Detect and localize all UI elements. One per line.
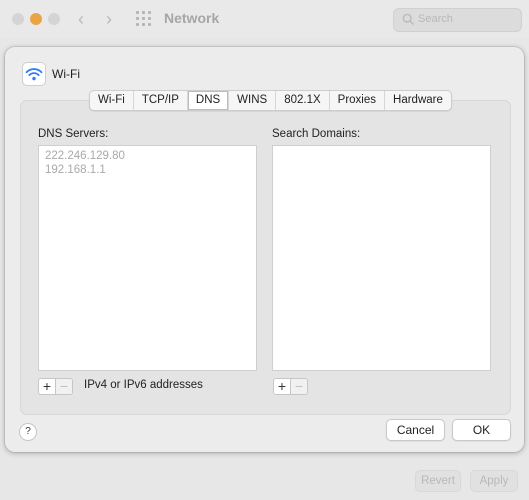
ok-button[interactable]: OK <box>452 419 511 441</box>
search-placeholder: Search <box>418 13 453 25</box>
close-window-button[interactable] <box>12 13 24 25</box>
search-domain-add-remove-control: + − <box>273 378 308 395</box>
dns-hint-text: IPv4 or IPv6 addresses <box>84 379 203 391</box>
dns-servers-label: DNS Servers: <box>38 128 109 140</box>
remove-dns-button[interactable]: − <box>55 379 72 394</box>
wifi-settings-sheet: Wi-Fi Wi-Fi TCP/IP DNS WINS 802.1X Proxi… <box>5 47 524 452</box>
search-field[interactable]: Search <box>393 8 522 32</box>
add-search-domain-button[interactable]: + <box>274 379 290 394</box>
forward-arrow-icon[interactable]: › <box>106 9 112 30</box>
sheet-title: Wi-Fi <box>52 67 80 81</box>
background-window-titlebar: ‹ › Network Search <box>0 0 529 38</box>
tab-hardware[interactable]: Hardware <box>384 91 451 110</box>
tab-wins[interactable]: WINS <box>228 91 275 110</box>
zoom-window-button[interactable] <box>48 13 60 25</box>
add-dns-button[interactable]: + <box>39 379 55 394</box>
wifi-icon <box>22 62 46 86</box>
tab-proxies[interactable]: Proxies <box>328 91 384 110</box>
search-icon <box>402 13 414 25</box>
search-domains-list[interactable] <box>272 145 491 371</box>
back-arrow-icon[interactable]: ‹ <box>78 9 84 30</box>
tab-8021x[interactable]: 802.1X <box>275 91 328 110</box>
remove-search-domain-button[interactable]: − <box>290 379 307 394</box>
search-domains-label: Search Domains: <box>272 128 361 140</box>
window-title: Network <box>164 10 220 26</box>
dns-servers-list[interactable]: 222.246.129.80 192.168.1.1 <box>38 145 257 371</box>
tab-wifi[interactable]: Wi-Fi <box>90 91 133 110</box>
tab-tcpip[interactable]: TCP/IP <box>132 91 187 110</box>
cancel-button[interactable]: Cancel <box>386 419 445 441</box>
tab-dns[interactable]: DNS <box>186 91 229 110</box>
dns-server-row[interactable]: 192.168.1.1 <box>39 163 256 177</box>
minimize-window-button[interactable] <box>30 13 42 25</box>
help-button[interactable]: ? <box>19 423 37 441</box>
revert-button[interactable]: Revert <box>415 470 461 492</box>
apply-button[interactable]: Apply <box>470 470 518 492</box>
grid-icon[interactable] <box>136 11 152 27</box>
dns-server-row[interactable]: 222.246.129.80 <box>39 149 256 163</box>
tab-bar: Wi-Fi TCP/IP DNS WINS 802.1X Proxies Har… <box>89 90 452 111</box>
dns-add-remove-control: + − <box>38 378 73 395</box>
